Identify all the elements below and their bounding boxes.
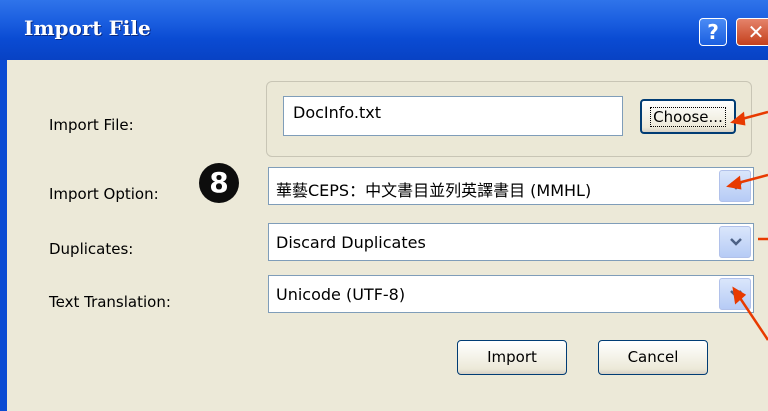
arrow-to-text-translation [736,294,768,341]
arrow-head-choose [730,111,746,126]
arrow-head-import-option [726,175,742,190]
annotation-arrows [726,110,768,341]
import-file-dialog: Import File ? ✕ Import File: DocInfo.txt… [0,0,768,411]
